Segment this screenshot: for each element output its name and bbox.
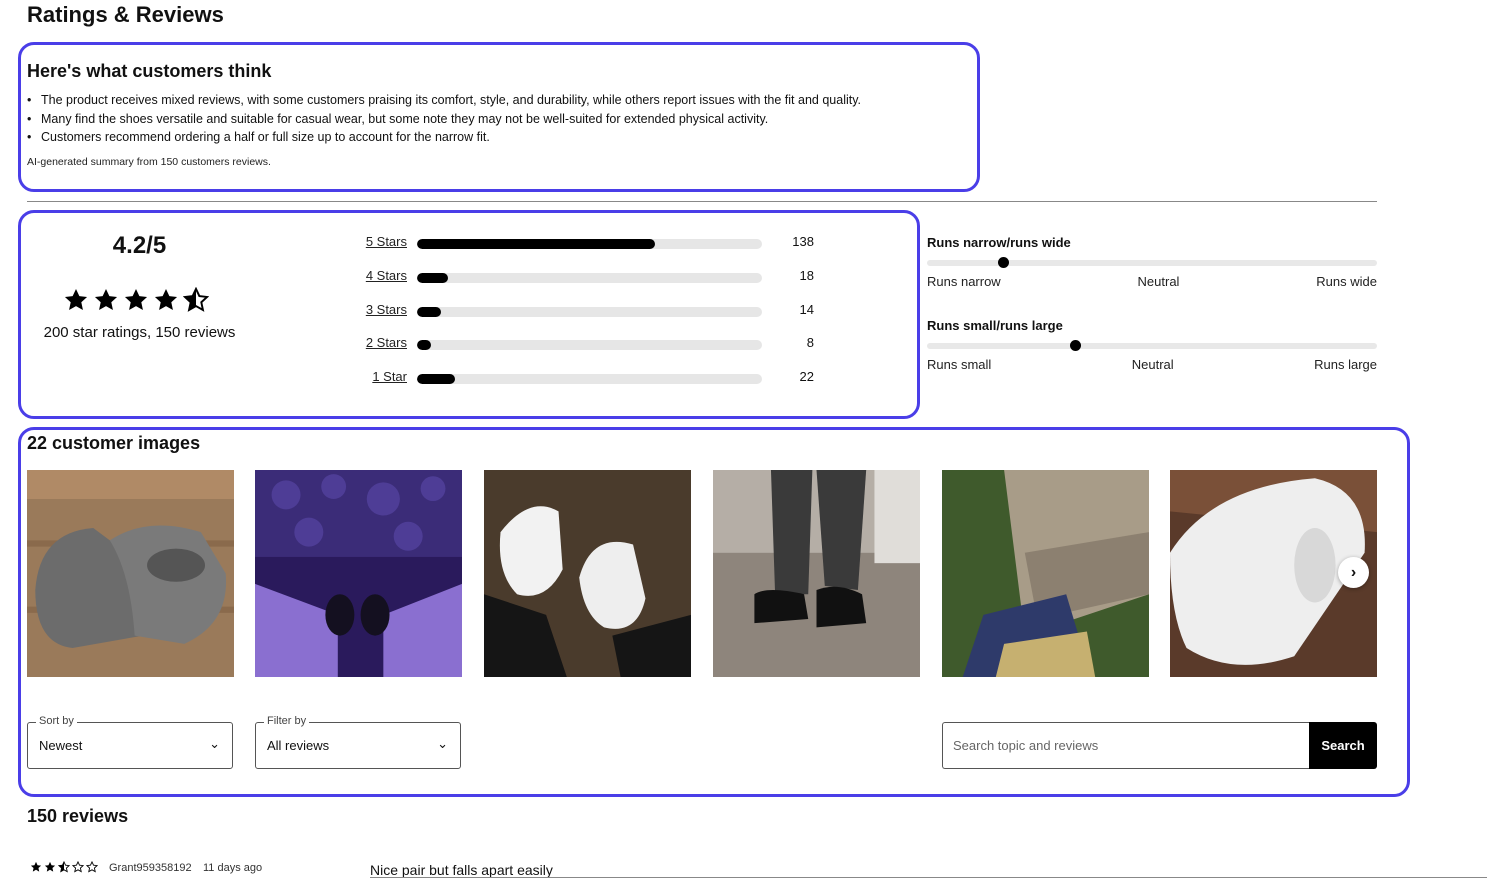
review-author[interactable]: Grant959358192	[109, 862, 192, 874]
review-stars	[30, 861, 98, 873]
histogram-bar	[417, 272, 449, 283]
summary-heading: Here's what customers think	[27, 61, 272, 81]
customer-image-1[interactable]	[27, 470, 234, 677]
rating-count: 200 star ratings, 150 reviews	[43, 324, 236, 341]
histogram-label[interactable]: 1 Star	[372, 369, 407, 385]
histogram-row: 1 Star 22	[340, 369, 820, 389]
star-full-icon	[94, 288, 118, 310]
summary-bullet: The product receives mixed reviews, with…	[27, 92, 861, 111]
histogram-label[interactable]: 4 Stars	[366, 268, 407, 284]
histogram-row: 5 Stars 138	[340, 234, 820, 254]
histogram-bar	[417, 340, 431, 351]
filter-select[interactable]: Filter by All reviews ⌄	[255, 715, 461, 769]
sort-value: Newest	[39, 738, 83, 753]
review-divider	[370, 877, 1487, 878]
fit-mid-label: Neutral	[1131, 357, 1174, 372]
page-title: Ratings & Reviews	[27, 2, 224, 27]
histogram-bar	[417, 306, 442, 317]
star-full-icon	[64, 288, 88, 310]
histogram-row: 3 Stars 14	[340, 302, 820, 322]
customer-image-2[interactable]	[255, 470, 462, 677]
chevron-down-icon: ⌄	[209, 736, 220, 751]
histogram-track	[417, 239, 762, 249]
fit-low-label: Runs small	[927, 357, 992, 372]
histogram-label[interactable]: 2 Stars	[366, 335, 407, 351]
histogram-track	[417, 272, 762, 283]
summary-bullet: Customers recommend ordering a half or f…	[27, 129, 861, 148]
histogram-count: 14	[799, 301, 814, 317]
summary-bullet: Many find the shoes versatile and suitab…	[27, 111, 861, 130]
histogram-row: 4 Stars 18	[340, 268, 820, 288]
filter-legend: Filter by	[264, 715, 310, 727]
fit-high-label: Runs wide	[1316, 274, 1377, 289]
histogram-label[interactable]: 5 Stars	[366, 234, 407, 250]
histogram-count: 8	[806, 335, 814, 351]
fit-size: Runs small/runs large Runs small Neutral…	[927, 318, 1377, 372]
average-stars	[63, 287, 209, 313]
fit-indicator	[998, 257, 1009, 268]
histogram-bar	[417, 239, 656, 249]
sort-legend: Sort by	[36, 715, 77, 727]
search-button[interactable]: Search	[1309, 722, 1377, 769]
customer-image-5[interactable]	[942, 470, 1149, 677]
fit-track	[927, 340, 1377, 351]
fit-width: Runs narrow/runs wide Runs narrow Neutra…	[927, 235, 1377, 289]
section-divider	[27, 201, 1377, 202]
chevron-right-icon: ›	[1350, 563, 1357, 581]
histogram-row: 2 Stars 8	[340, 335, 820, 355]
images-title: 22 customer images	[27, 433, 201, 453]
filter-value: All reviews	[267, 738, 330, 753]
star-empty-icon	[86, 861, 98, 873]
histogram-track	[417, 340, 762, 351]
customer-image-4[interactable]	[713, 470, 920, 677]
sort-select[interactable]: Sort by Newest ⌄	[27, 715, 233, 769]
next-images-button[interactable]: ›	[1338, 557, 1369, 588]
fit-title: Runs narrow/runs wide	[927, 235, 1071, 250]
customer-image-3[interactable]	[484, 470, 691, 677]
fit-mid-label: Neutral	[1137, 274, 1180, 289]
star-full-icon	[30, 861, 42, 872]
fit-title: Runs small/runs large	[927, 318, 1063, 333]
review-title: Nice pair but falls apart easily	[370, 862, 553, 878]
histogram-count: 18	[799, 267, 814, 283]
fit-indicator	[1070, 340, 1081, 351]
histogram-count: 138	[792, 234, 814, 249]
star-full-icon	[154, 288, 178, 310]
star-full-icon	[124, 288, 148, 310]
histogram-label[interactable]: 3 Stars	[366, 302, 407, 318]
histogram-track	[417, 306, 762, 317]
star-empty-icon	[72, 861, 84, 873]
fit-track	[927, 257, 1377, 268]
summary-list: The product receives mixed reviews, with…	[27, 92, 861, 148]
reviews-title: 150 reviews	[27, 806, 129, 826]
summary-note: AI-generated summary from 150 customers …	[27, 156, 271, 168]
star-full-icon	[44, 861, 56, 872]
review-date: 11 days ago	[203, 862, 263, 874]
fit-high-label: Runs large	[1314, 357, 1377, 372]
histogram-bar	[417, 374, 455, 385]
chevron-down-icon: ⌄	[437, 736, 448, 751]
search-input[interactable]	[942, 722, 1310, 769]
histogram-track	[417, 374, 762, 385]
star-half-icon	[183, 287, 209, 312]
histogram-count: 22	[799, 369, 814, 385]
fit-low-label: Runs narrow	[927, 274, 1001, 289]
average-rating: 4.2/5	[112, 232, 167, 259]
star-half-icon	[58, 861, 70, 873]
